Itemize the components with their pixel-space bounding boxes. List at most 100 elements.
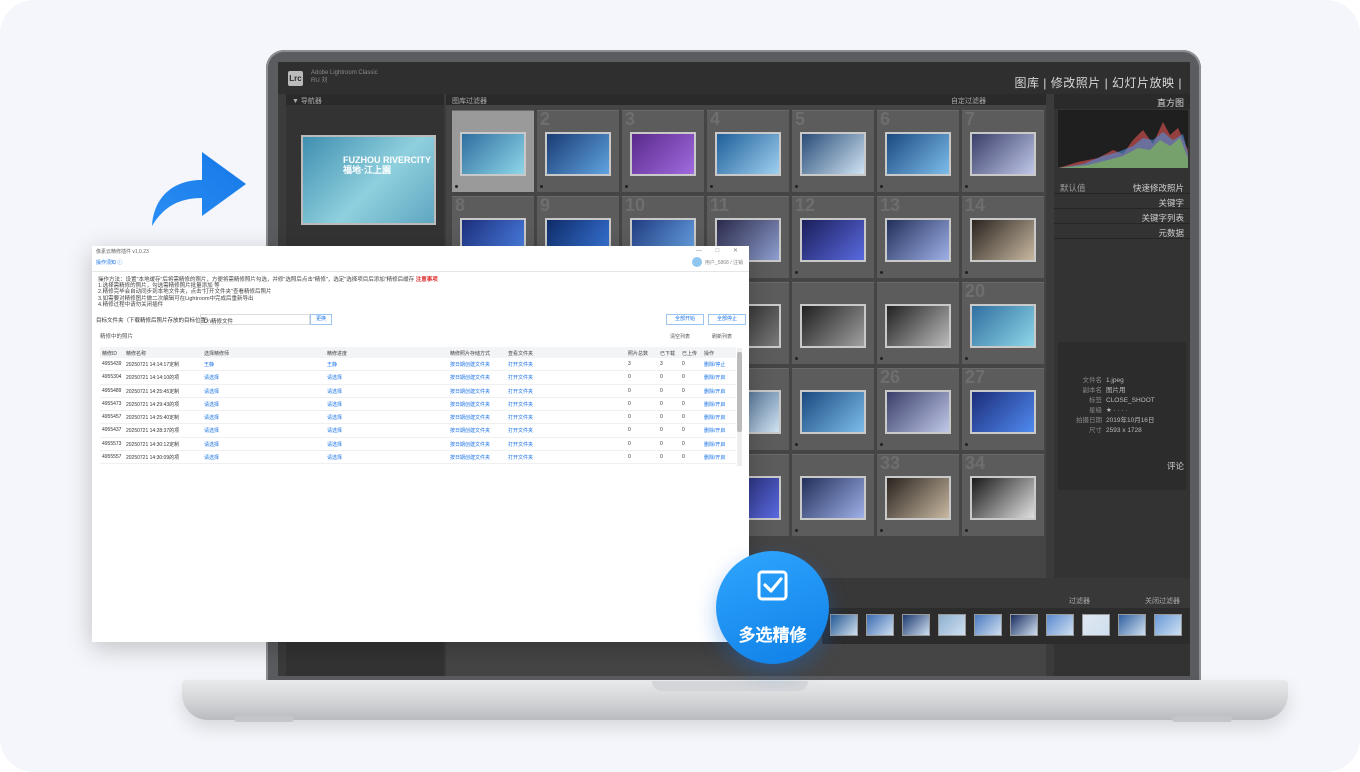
cell-op[interactable]: 删除/开启 bbox=[704, 374, 725, 381]
photo-thumbnail[interactable] bbox=[970, 132, 1036, 176]
preset-select[interactable]: 默认值 bbox=[1060, 182, 1086, 194]
cell-progress[interactable]: 请选择 bbox=[327, 374, 342, 381]
filmstrip-thumbnail[interactable] bbox=[866, 614, 894, 636]
grid-cell[interactable]: 26 bbox=[877, 367, 959, 450]
grid-cell[interactable]: 6 bbox=[877, 109, 959, 192]
grid-cell[interactable]: 34 bbox=[962, 453, 1044, 536]
cell-editor[interactable]: 请选择 bbox=[204, 414, 219, 421]
start-all-button[interactable]: 全部开始 bbox=[666, 314, 704, 325]
cell-folder[interactable]: 打开文件夹 bbox=[508, 414, 533, 421]
photo-thumbnail[interactable] bbox=[715, 132, 781, 176]
filmstrip-thumbnail[interactable] bbox=[902, 614, 930, 636]
cell-progress[interactable]: 请选择 bbox=[327, 441, 342, 448]
filmstrip-thumbnail[interactable] bbox=[938, 614, 966, 636]
grid-cell[interactable] bbox=[792, 282, 874, 364]
cell-store[interactable]: 按日期创建文件夹 bbox=[450, 388, 490, 395]
cell-folder[interactable]: 打开文件夹 bbox=[508, 454, 533, 461]
filmstrip-thumbnail[interactable] bbox=[1082, 614, 1110, 636]
photo-thumbnail[interactable] bbox=[970, 476, 1036, 520]
custom-filter-label[interactable]: 自定过滤器 bbox=[951, 96, 986, 106]
help-menu[interactable]: 操作须知 ⓘ bbox=[96, 259, 122, 266]
photo-thumbnail[interactable] bbox=[800, 304, 866, 348]
cell-folder[interactable]: 打开文件夹 bbox=[508, 441, 533, 448]
grid-cell[interactable]: 14 bbox=[962, 195, 1044, 278]
navigator-preview[interactable]: FUZHOU RIVERCITY 福地·江上園 bbox=[301, 135, 436, 225]
cell-editor[interactable]: 请选择 bbox=[204, 388, 219, 395]
user-menu[interactable]: 用户_5868 / 注销 bbox=[691, 257, 743, 267]
quick-develop-panel[interactable]: 默认值 快速修改照片 bbox=[1054, 180, 1190, 194]
clear-list-link[interactable]: 清空列表 bbox=[670, 333, 690, 340]
photo-thumbnail[interactable] bbox=[800, 218, 866, 262]
module-picker[interactable]: 图库 | 修改照片 | 幻灯片放映 | bbox=[1014, 74, 1182, 91]
filmstrip-thumbnail[interactable] bbox=[1118, 614, 1146, 636]
cell-folder[interactable]: 打开文件夹 bbox=[508, 388, 533, 395]
cell-store[interactable]: 按日期创建文件夹 bbox=[450, 441, 490, 448]
filmstrip-thumbnail[interactable] bbox=[1010, 614, 1038, 636]
grid-cell[interactable]: 3 bbox=[622, 109, 704, 192]
cell-store[interactable]: 按日期创建文件夹 bbox=[450, 427, 490, 434]
photo-thumbnail[interactable] bbox=[885, 218, 951, 262]
target-folder-input[interactable]: D:\精修文件 bbox=[200, 314, 310, 325]
photo-thumbnail[interactable] bbox=[800, 476, 866, 520]
grid-cell[interactable] bbox=[792, 368, 874, 450]
grid-cell[interactable]: 33 bbox=[877, 453, 959, 536]
photo-thumbnail[interactable] bbox=[630, 132, 696, 176]
comments-panel[interactable]: 评论 bbox=[1054, 458, 1190, 472]
cell-progress[interactable]: 王静 bbox=[327, 361, 337, 368]
cell-op[interactable]: 删除/开启 bbox=[704, 414, 725, 421]
cell-editor[interactable]: 请选择 bbox=[204, 427, 219, 434]
cell-editor[interactable]: 请选择 bbox=[204, 401, 219, 408]
stop-all-button[interactable]: 全部停止 bbox=[708, 314, 746, 325]
cell-progress[interactable]: 请选择 bbox=[327, 454, 342, 461]
keyword-list-panel[interactable]: 关键字列表 bbox=[1054, 210, 1190, 224]
grid-cell[interactable]: 5 bbox=[792, 109, 874, 192]
filmstrip-thumbnail[interactable] bbox=[974, 614, 1002, 636]
keywords-panel[interactable]: 关键字 bbox=[1054, 195, 1190, 209]
cell-editor[interactable]: 请选择 bbox=[204, 454, 219, 461]
filmstrip-thumbnail[interactable] bbox=[1154, 614, 1182, 636]
grid-cell[interactable]: 7 bbox=[962, 109, 1044, 192]
cell-op[interactable]: 删除/开启 bbox=[704, 427, 725, 434]
grid-cell[interactable]: 27 bbox=[962, 367, 1044, 450]
cell-store[interactable]: 按日期创建文件夹 bbox=[450, 454, 490, 461]
cell-editor[interactable]: 请选择 bbox=[204, 374, 219, 381]
cell-editor[interactable]: 王静 bbox=[204, 361, 214, 368]
metadata-panel[interactable]: 元数据 bbox=[1054, 225, 1190, 239]
photo-thumbnail[interactable] bbox=[460, 132, 526, 176]
navigator-header[interactable]: ▼ 导航器 bbox=[286, 94, 444, 105]
photo-thumbnail[interactable] bbox=[970, 218, 1036, 262]
cell-op[interactable]: 删除/开启 bbox=[704, 454, 725, 461]
refresh-list-link[interactable]: 刷新列表 bbox=[712, 333, 732, 340]
grid-cell[interactable]: 2 bbox=[537, 109, 619, 192]
photo-thumbnail[interactable] bbox=[885, 476, 951, 520]
grid-cell[interactable] bbox=[792, 454, 874, 536]
cell-editor[interactable]: 请选择 bbox=[204, 441, 219, 448]
window-controls[interactable]: — □ ✕ bbox=[696, 247, 744, 254]
cell-folder[interactable]: 打开文件夹 bbox=[508, 361, 533, 368]
photo-thumbnail[interactable] bbox=[545, 132, 611, 176]
filmstrip-thumbnail[interactable] bbox=[830, 614, 858, 636]
photo-thumbnail[interactable] bbox=[885, 304, 951, 348]
photo-thumbnail[interactable] bbox=[885, 390, 951, 434]
change-folder-button[interactable]: 更换 bbox=[310, 314, 332, 325]
table-scrollbar[interactable] bbox=[737, 348, 742, 466]
photo-thumbnail[interactable] bbox=[885, 132, 951, 176]
grid-cell[interactable] bbox=[452, 110, 534, 192]
photo-thumbnail[interactable] bbox=[970, 304, 1036, 348]
grid-cell[interactable] bbox=[877, 282, 959, 364]
cell-store[interactable]: 按日期创建文件夹 bbox=[450, 401, 490, 408]
filmstrip-filter-select[interactable]: 关闭过滤器 bbox=[1145, 596, 1180, 606]
cell-folder[interactable]: 打开文件夹 bbox=[508, 427, 533, 434]
filmstrip-thumbnail[interactable] bbox=[1046, 614, 1074, 636]
cell-folder[interactable]: 打开文件夹 bbox=[508, 401, 533, 408]
scroll-thumb[interactable] bbox=[737, 352, 742, 432]
photo-thumbnail[interactable] bbox=[800, 132, 866, 176]
cell-op[interactable]: 删除/开启 bbox=[704, 441, 725, 448]
cell-progress[interactable]: 请选择 bbox=[327, 388, 342, 395]
cell-op[interactable]: 删除/开启 bbox=[704, 388, 725, 395]
cell-op[interactable]: 删除/开启 bbox=[704, 401, 725, 408]
photo-thumbnail[interactable] bbox=[970, 390, 1036, 434]
cell-progress[interactable]: 请选择 bbox=[327, 427, 342, 434]
grid-cell[interactable]: 20 bbox=[962, 281, 1044, 364]
cell-folder[interactable]: 打开文件夹 bbox=[508, 374, 533, 381]
